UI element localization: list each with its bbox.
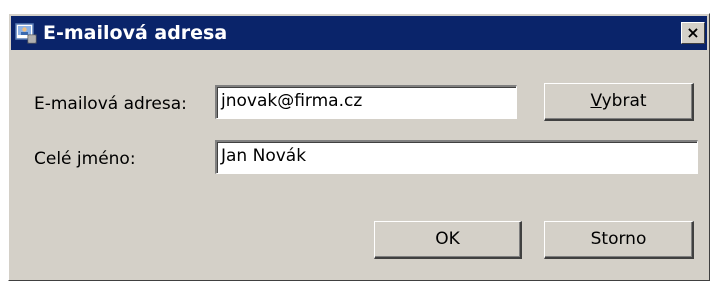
- full-name-label: Celé jméno:: [34, 149, 136, 169]
- email-input[interactable]: jnovak@firma.cz: [215, 85, 517, 119]
- select-button-label: ybrat: [601, 91, 647, 111]
- title-bar[interactable]: E-mailová adresa ×: [11, 16, 707, 50]
- full-name-input[interactable]: Jan Novák: [215, 140, 698, 174]
- ok-button[interactable]: OK: [374, 221, 522, 259]
- email-label: E-mailová adresa:: [34, 94, 187, 114]
- close-icon: ×: [686, 23, 700, 42]
- email-address-dialog: E-mailová adresa × E-mailová adresa: jno…: [8, 13, 710, 281]
- cancel-button[interactable]: Storno: [544, 221, 694, 259]
- select-button-accelerator: V: [590, 91, 602, 111]
- select-button[interactable]: Vybrat: [544, 83, 694, 121]
- address-book-icon: [15, 23, 37, 44]
- close-button[interactable]: ×: [681, 22, 705, 44]
- dialog-title: E-mailová adresa: [43, 22, 228, 44]
